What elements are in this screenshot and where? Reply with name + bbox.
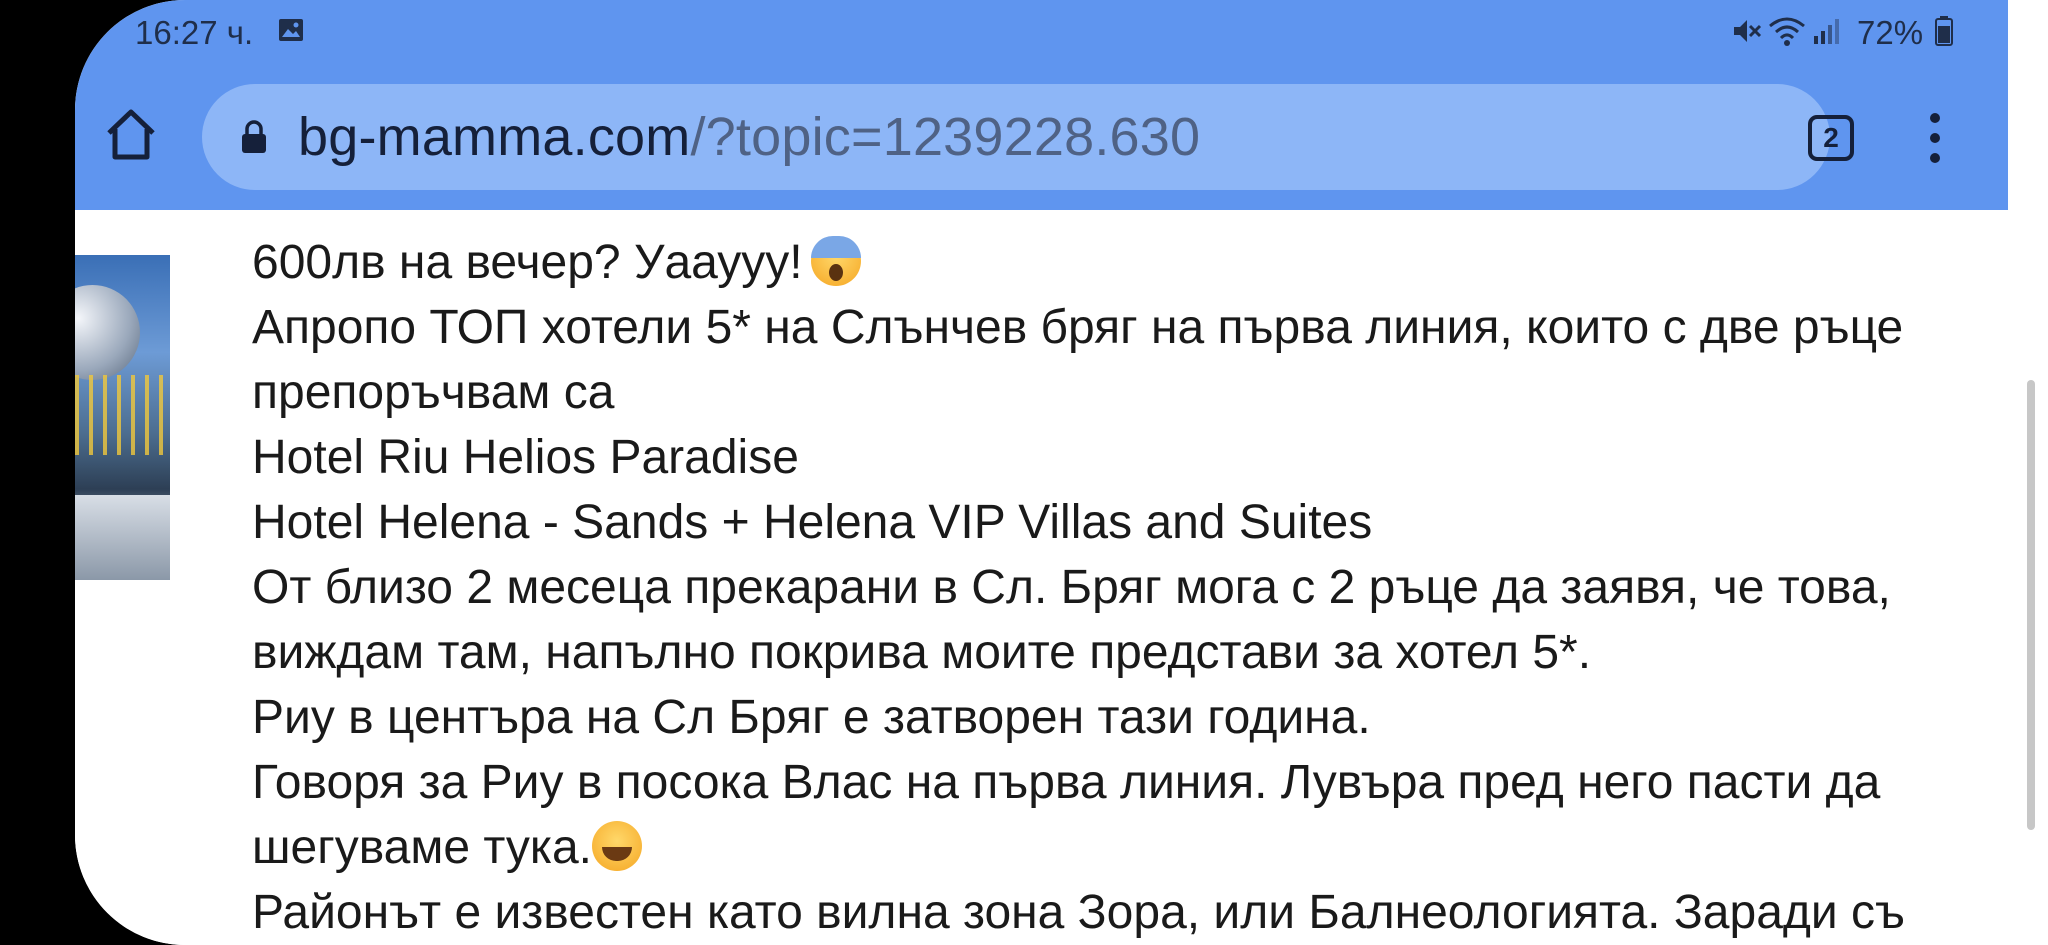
post-line: Hotel Helena - Sands + Helena VIP Villas… <box>252 496 1373 549</box>
status-bar: 16:27 ч. 72% <box>75 0 2008 68</box>
home-icon[interactable] <box>103 105 159 165</box>
url-text: bg-mamma.com/?topic=1239228.630 <box>298 104 1200 170</box>
thumbnail-water <box>75 495 170 580</box>
face-screaming-in-fear-icon <box>810 236 861 286</box>
post-line: препоръчвам са <box>252 366 615 419</box>
forum-post-text: 600лв на вечер? Уааууу! Апропо ТОП хотел… <box>252 230 2012 945</box>
scrollbar-thumb[interactable] <box>2027 380 2035 830</box>
post-line: Районът е известен като вилна зона Зора,… <box>252 886 1906 939</box>
tab-switcher-button[interactable]: 2 <box>1808 115 1854 161</box>
signal-icon <box>1814 19 1839 44</box>
post-line-text: шегуваме тука. <box>252 821 593 874</box>
url-path: /?topic=1239228.630 <box>690 107 1201 167</box>
thumbnail-frame <box>75 375 170 455</box>
grinning-squinting-face-icon <box>592 821 643 871</box>
mute-icon <box>1734 20 1762 42</box>
lock-icon <box>242 120 266 153</box>
wifi-icon <box>1769 17 1805 46</box>
gallery-icon <box>279 19 303 41</box>
thumbnail-dome <box>75 285 140 380</box>
post-thumbnail-image[interactable] <box>75 255 170 580</box>
battery-percentage: 72% <box>1857 14 1924 51</box>
post-line: Апропо ТОП хотели 5* на Слънчев бряг на … <box>252 301 1904 354</box>
post-line: 600лв на вечер? Уааууу! <box>252 230 2012 295</box>
more-options-icon[interactable] <box>1925 110 1945 166</box>
status-time: 16:27 ч. <box>135 14 254 51</box>
url-host: bg-mamma.com <box>298 107 691 167</box>
page-content: 600лв на вечер? Уааууу! Апропо ТОП хотел… <box>75 210 2008 945</box>
post-line: От близо 2 месеца прекарани в Сл. Бряг м… <box>252 561 1891 614</box>
post-line: Риу в центъра на Сл Бряг е затворен тази… <box>252 691 1371 744</box>
post-line: Hotel Riu Helios Paradise <box>252 431 799 484</box>
post-line: шегуваме тука. <box>252 815 2012 880</box>
post-line-text: 600лв на вечер? Уааууу! <box>252 236 803 289</box>
battery-icon <box>1935 16 1953 46</box>
address-bar[interactable]: bg-mamma.com/?topic=1239228.630 <box>202 84 1830 190</box>
post-line: виждам там, напълно покрива моите предст… <box>252 626 1592 679</box>
phone-screen: 16:27 ч. 72% bg-mamma.com/?topic=1239228… <box>75 0 2048 945</box>
browser-toolbar: 16:27 ч. 72% bg-mamma.com/?topic=1239228… <box>75 0 2008 210</box>
post-line: Говоря за Риу в посока Влас на първа лин… <box>252 756 1881 809</box>
